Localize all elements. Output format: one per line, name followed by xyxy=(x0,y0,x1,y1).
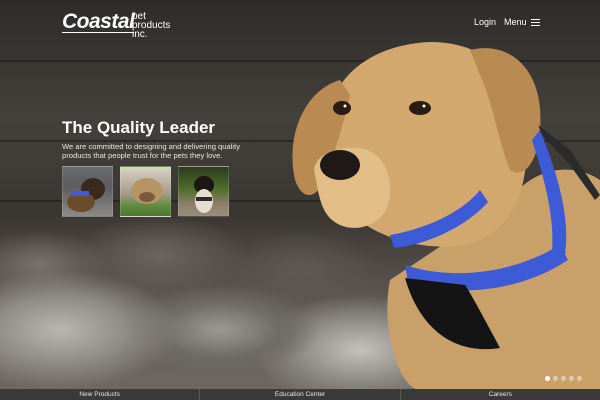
footer-navigation: New Products Education Center Careers xyxy=(0,389,600,400)
hero-tagline: We are committed to designing and delive… xyxy=(62,142,240,160)
carousel-dot[interactable] xyxy=(569,376,574,381)
dog-thumbnail-image xyxy=(194,176,214,213)
hamburger-icon xyxy=(530,18,540,26)
footer-link-education-center[interactable]: Education Center xyxy=(200,389,401,400)
dog-thumbnail-image xyxy=(67,178,105,212)
dog-thumbnail-image xyxy=(131,178,163,204)
menu-label: Menu xyxy=(504,17,527,27)
login-link[interactable]: Login xyxy=(474,17,496,27)
menu-button[interactable]: Menu xyxy=(504,17,540,27)
logo-wordmark: Coastal xyxy=(62,10,135,33)
footer-link-new-products[interactable]: New Products xyxy=(0,389,201,400)
thumbnail-dog-portrait[interactable] xyxy=(178,166,229,217)
carousel-dot[interactable] xyxy=(577,376,582,381)
logo-sub-line: inc. xyxy=(132,29,148,40)
thumbnail-dog-harness[interactable] xyxy=(62,166,113,217)
logo-subtitle: pet products inc. xyxy=(132,12,182,40)
coastal-logo[interactable]: Coastal pet products inc. xyxy=(62,10,177,40)
puppy-photo xyxy=(292,42,600,390)
thumbnail-row xyxy=(62,166,229,217)
thumbnail-dog-grass[interactable] xyxy=(120,166,171,217)
top-navigation: Coastal pet products inc. Login Menu xyxy=(0,0,600,45)
carousel-indicators xyxy=(545,376,582,381)
footer-link-careers[interactable]: Careers xyxy=(401,389,600,400)
carousel-dot[interactable] xyxy=(545,376,550,381)
carousel-dot[interactable] xyxy=(561,376,566,381)
carousel-dot[interactable] xyxy=(553,376,558,381)
hero-headline: The Quality Leader xyxy=(62,118,216,137)
